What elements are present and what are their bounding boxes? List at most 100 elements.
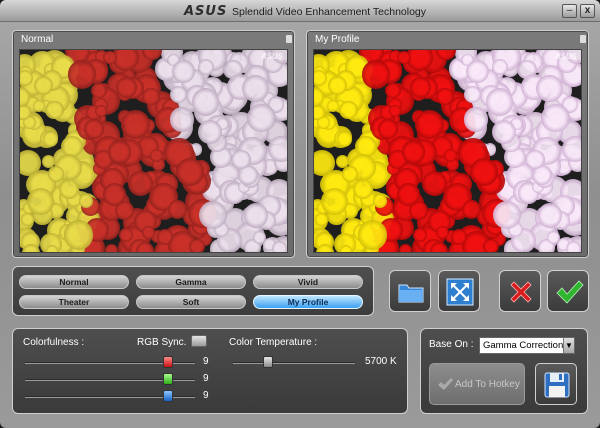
flower-shape [135, 241, 154, 252]
flower-shape [115, 76, 137, 98]
mode-button-my-profile[interactable]: My Profile [253, 295, 363, 309]
fullscreen-icon [446, 278, 474, 306]
base-on-label: Base On : [429, 339, 474, 350]
flower-shape [252, 231, 266, 245]
color-temperature-thumb[interactable] [263, 356, 273, 368]
flower-shape [385, 82, 401, 99]
flower-shape [45, 245, 59, 252]
flower-shape [546, 231, 560, 245]
mode-button-vivid[interactable]: Vivid [253, 275, 363, 289]
floppy-disk-icon [544, 372, 570, 398]
normal-preview-panel: Normal ASUS [12, 30, 295, 258]
flower-shape [565, 240, 581, 252]
red-value: 9 [203, 356, 209, 367]
check-icon [438, 378, 453, 390]
flower-shape [169, 107, 195, 132]
flower-shape [436, 225, 449, 239]
add-to-hotkey-button[interactable]: Add To Hotkey [429, 363, 525, 405]
splendid-window: ASUS Splendid Video Enhancement Technolo… [0, 0, 600, 428]
mode-button-gamma[interactable]: Gamma [136, 275, 246, 289]
flower-shape [397, 50, 411, 65]
flower-shape [398, 243, 413, 252]
mode-button-theater[interactable]: Theater [19, 295, 129, 309]
flower-shape [377, 119, 398, 140]
flower-shape [352, 179, 373, 200]
blue-value: 9 [203, 390, 209, 401]
open-file-button[interactable] [389, 270, 431, 312]
close-button[interactable]: x [580, 4, 595, 18]
flower-shape [485, 88, 514, 116]
title-bar[interactable]: ASUS Splendid Video Enhancement Technolo… [0, 0, 600, 22]
flower-shape [339, 100, 358, 120]
flower-shape [271, 240, 287, 252]
flower-shape [450, 228, 467, 245]
flower-shape [491, 119, 517, 145]
flower-shape [91, 82, 107, 99]
flower-shape [48, 166, 64, 182]
flower-shape [189, 238, 205, 252]
mode-button-soft[interactable]: Soft [136, 295, 246, 309]
flower-shape [167, 199, 187, 219]
green-value: 9 [203, 373, 209, 384]
flower-shape [469, 157, 498, 186]
cross-icon [510, 281, 532, 303]
flower-shape [342, 166, 358, 182]
flower-shape [175, 157, 204, 186]
flower-shape [142, 88, 160, 106]
flower-shape [401, 140, 425, 164]
flower-shape [315, 244, 335, 252]
normal-preview-image: ASUS [19, 49, 288, 253]
normal-preview-label: Normal [21, 34, 54, 45]
flower-shape [26, 187, 54, 216]
flower-shape [79, 194, 93, 208]
green-slider-thumb[interactable] [163, 373, 173, 385]
base-on-panel: Base On : Gamma Correction ▼ Add To Hotk… [420, 328, 588, 414]
cancel-button[interactable] [499, 270, 541, 312]
color-temperature-track[interactable] [233, 362, 355, 364]
fullscreen-button[interactable] [438, 270, 480, 312]
flower-shape [198, 58, 215, 75]
red-slider-thumb[interactable] [163, 356, 173, 368]
base-on-select[interactable]: Gamma Correction ▼ [479, 337, 575, 354]
flower-shape [336, 130, 353, 147]
flower-shape [104, 243, 119, 252]
flower-shape [83, 119, 104, 140]
rgb-sync-label: RGB Sync. [137, 337, 187, 348]
flower-shape [247, 103, 276, 132]
folder-icon [398, 284, 424, 303]
mode-selector-panel: Normal Gamma Vivid Theater Soft My Profi… [12, 266, 374, 316]
flower-shape [198, 200, 228, 230]
lock-icon[interactable] [191, 335, 207, 347]
flower-shape [320, 187, 348, 216]
minimize-button[interactable]: – [562, 4, 577, 18]
flower-shape [21, 213, 34, 226]
flower-shape [492, 200, 522, 230]
ok-button[interactable] [547, 270, 589, 312]
mode-button-normal[interactable]: Normal [19, 275, 129, 289]
flower-shape [33, 75, 53, 96]
blue-slider-thumb[interactable] [163, 390, 173, 402]
flower-shape [242, 74, 270, 102]
flower-shape [397, 183, 421, 207]
flower-shape [537, 203, 563, 228]
colorfulness-label: Colorfulness : [23, 337, 85, 348]
flower-shape [536, 74, 564, 102]
flower-shape [492, 58, 509, 75]
panel-handle-icon [286, 35, 292, 43]
color-temperature-label: Color Temperature : [229, 337, 318, 348]
flower-shape [463, 107, 489, 132]
flower-shape [58, 179, 79, 200]
flower-shape [142, 225, 155, 239]
flower-shape [461, 199, 481, 219]
flower-shape [243, 203, 269, 228]
color-temperature-value: 5700 K [365, 356, 397, 367]
flower-shape [429, 241, 448, 252]
add-to-hotkey-label: Add To Hotkey [455, 379, 520, 390]
flower-shape [327, 75, 347, 96]
save-button[interactable] [535, 363, 577, 405]
flower-shape [339, 245, 353, 252]
flower-shape [45, 100, 64, 120]
flower-shape [483, 238, 499, 252]
chevron-down-icon[interactable]: ▼ [563, 338, 574, 353]
flower-shape [197, 119, 223, 145]
